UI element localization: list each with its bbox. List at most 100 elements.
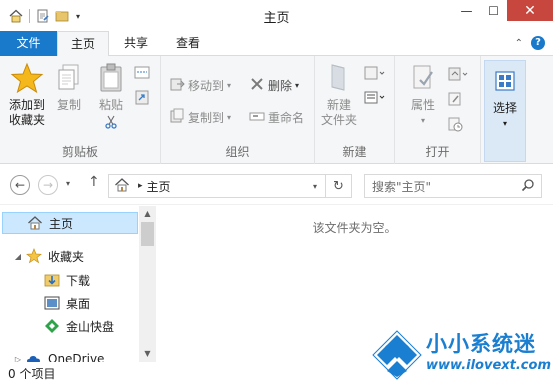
clipboard-group: 添加到 收藏夹 复制 粘贴 剪贴板 xyxy=(0,56,161,164)
nav-item-label: 下载 xyxy=(66,273,91,288)
copy-to-button[interactable]: 复制到 ▾ xyxy=(169,108,231,127)
star-icon xyxy=(26,248,42,264)
watermark: 小小系统迷 www.ilovext.com xyxy=(362,322,552,384)
watermark-logo xyxy=(370,328,424,385)
nav-item-label: OneDrive xyxy=(48,352,105,362)
rename-icon xyxy=(249,108,265,127)
delete-button[interactable]: 删除 ▾ xyxy=(249,76,299,95)
delete-x-icon xyxy=(249,76,265,95)
tab-home[interactable]: 主页 xyxy=(57,31,109,57)
item-count: 0 个项目 xyxy=(8,367,56,381)
nav-item-label: 金山快盘 xyxy=(66,319,115,334)
easy-access-icon[interactable] xyxy=(363,89,385,108)
ribbon-tab-row: 文件 主页 共享 查看 ⌃ ? xyxy=(0,31,553,57)
copy-to-dropdown-icon: ▾ xyxy=(227,113,232,122)
rename-button[interactable]: 重命名 xyxy=(249,108,304,127)
ribbon-right-controls: ⌃ ? xyxy=(515,36,545,50)
watermark-title: 小小系统迷 xyxy=(426,332,536,356)
expand-triangle-icon[interactable]: ▷ xyxy=(10,355,26,363)
refresh-button[interactable]: ↻ xyxy=(325,175,351,197)
star-icon xyxy=(10,62,44,98)
breadcrumb-separator-icon[interactable]: ▸ xyxy=(138,181,143,191)
nav-item-favorites[interactable]: ◢ 收藏夹 xyxy=(0,245,84,267)
pin-to-favorites-button[interactable]: 添加到 收藏夹 xyxy=(4,62,50,128)
nav-item-desktop[interactable]: 桌面 xyxy=(30,292,90,314)
select-grid-icon xyxy=(493,67,517,97)
tab-view[interactable]: 查看 xyxy=(164,31,212,56)
pin-label-line1: 添加到 xyxy=(8,98,45,112)
open-icon[interactable] xyxy=(447,66,469,85)
nav-item-label: 桌面 xyxy=(66,296,91,311)
minimize-ribbon-chevron-icon[interactable]: ⌃ xyxy=(515,38,523,49)
nav-scrollbar[interactable]: ▲ ▼ xyxy=(139,206,156,362)
scroll-down-arrow-icon[interactable]: ▼ xyxy=(139,346,156,362)
breadcrumb-home[interactable]: 主页 xyxy=(147,178,171,195)
empty-folder-message: 该文件夹为空。 xyxy=(312,221,397,235)
ribbon: 添加到 收藏夹 复制 粘贴 剪贴板 移动到 ▾ 复制到 ▾ 删除 ▾ 重命名 组… xyxy=(0,56,553,164)
new-group-label: 新建 xyxy=(342,145,367,159)
minimize-button[interactable]: — xyxy=(453,0,480,21)
forward-button[interactable]: → xyxy=(38,175,58,195)
nav-item-label: 收藏夹 xyxy=(48,249,85,264)
open-small-tools xyxy=(447,66,469,135)
search-icon[interactable] xyxy=(521,178,535,195)
copy-label: 复制 xyxy=(56,98,81,112)
search-placeholder: 搜索"主页" xyxy=(372,179,432,194)
copy-path-icon[interactable] xyxy=(134,66,150,83)
nav-item-downloads[interactable]: 下载 xyxy=(30,269,90,291)
move-to-icon xyxy=(169,76,185,95)
paste-button[interactable]: 粘贴 xyxy=(92,62,130,133)
properties-button[interactable]: 属性 ▾ xyxy=(403,62,443,128)
rename-label: 重命名 xyxy=(268,111,305,125)
clipboard-small-tools xyxy=(134,66,150,108)
open-group: 属性 ▾ 打开 xyxy=(395,56,481,164)
address-bar[interactable]: ▸ 主页 ▾ ↻ xyxy=(108,174,352,198)
open-group-label: 打开 xyxy=(425,145,450,159)
navigation-pane: 主页 ◢ 收藏夹 下载 桌面 金山快盘 ▷ OneDrive ▲ ▼ xyxy=(0,206,156,362)
collapse-triangle-icon[interactable]: ◢ xyxy=(10,252,26,261)
search-box[interactable]: 搜索"主页" xyxy=(364,174,542,198)
maximize-button[interactable]: ☐ xyxy=(480,0,507,21)
paste-shortcut-icon[interactable] xyxy=(134,89,150,108)
select-label: 选择 xyxy=(492,101,517,115)
pin-label-line2: 收藏夹 xyxy=(8,113,45,127)
new-folder-line1: 新建 xyxy=(326,98,351,112)
organize-group-label: 组织 xyxy=(225,145,250,159)
new-folder-button[interactable]: 新建 文件夹 xyxy=(319,62,359,128)
cut-scissors-icon[interactable] xyxy=(104,115,118,133)
select-button-content: 选择 ▾ xyxy=(485,67,525,131)
copy-button[interactable]: 复制 xyxy=(52,62,86,113)
tab-share[interactable]: 共享 xyxy=(113,31,159,56)
paste-clipboard-icon xyxy=(96,62,126,98)
onedrive-cloud-icon xyxy=(26,351,42,362)
downloads-icon xyxy=(44,272,60,288)
help-icon[interactable]: ? xyxy=(531,36,545,50)
tab-file[interactable]: 文件 xyxy=(0,31,57,56)
nav-item-kuaipan[interactable]: 金山快盘 xyxy=(30,315,114,337)
properties-label: 属性 xyxy=(410,98,435,112)
move-to-button[interactable]: 移动到 ▾ xyxy=(169,76,231,95)
history-icon[interactable] xyxy=(447,116,469,135)
organize-group: 移动到 ▾ 复制到 ▾ 删除 ▾ 重命名 组织 xyxy=(161,56,315,164)
up-arrow-icon[interactable]: ↑ xyxy=(88,174,100,190)
new-item-icon[interactable] xyxy=(363,66,385,83)
back-button[interactable]: ← xyxy=(10,175,30,195)
address-dropdown-icon[interactable]: ▾ xyxy=(307,175,323,197)
address-row: ← → ▾ ↑ ▸ 主页 ▾ ↻ 搜索"主页" xyxy=(0,165,553,205)
nav-item-home[interactable]: 主页 xyxy=(2,212,138,234)
close-button[interactable]: ✕ xyxy=(507,0,553,21)
nav-item-onedrive[interactable]: ▷ OneDrive xyxy=(0,348,104,362)
desktop-icon xyxy=(44,295,60,311)
select-button[interactable]: 选择 ▾ xyxy=(484,60,526,162)
edit-icon[interactable] xyxy=(447,91,469,110)
recent-locations-chevron-icon[interactable]: ▾ xyxy=(66,179,70,188)
copy-to-label: 复制到 xyxy=(188,111,225,125)
back-arrow-icon: ← xyxy=(14,178,26,192)
scroll-thumb[interactable] xyxy=(141,222,154,246)
window-controls: — ☐ ✕ xyxy=(453,0,553,21)
clipboard-group-label: 剪贴板 xyxy=(61,145,98,159)
move-to-dropdown-icon: ▾ xyxy=(227,81,232,90)
new-folder-large-icon xyxy=(324,62,354,98)
nav-item-label: 主页 xyxy=(49,216,74,231)
scroll-up-arrow-icon[interactable]: ▲ xyxy=(139,206,156,222)
